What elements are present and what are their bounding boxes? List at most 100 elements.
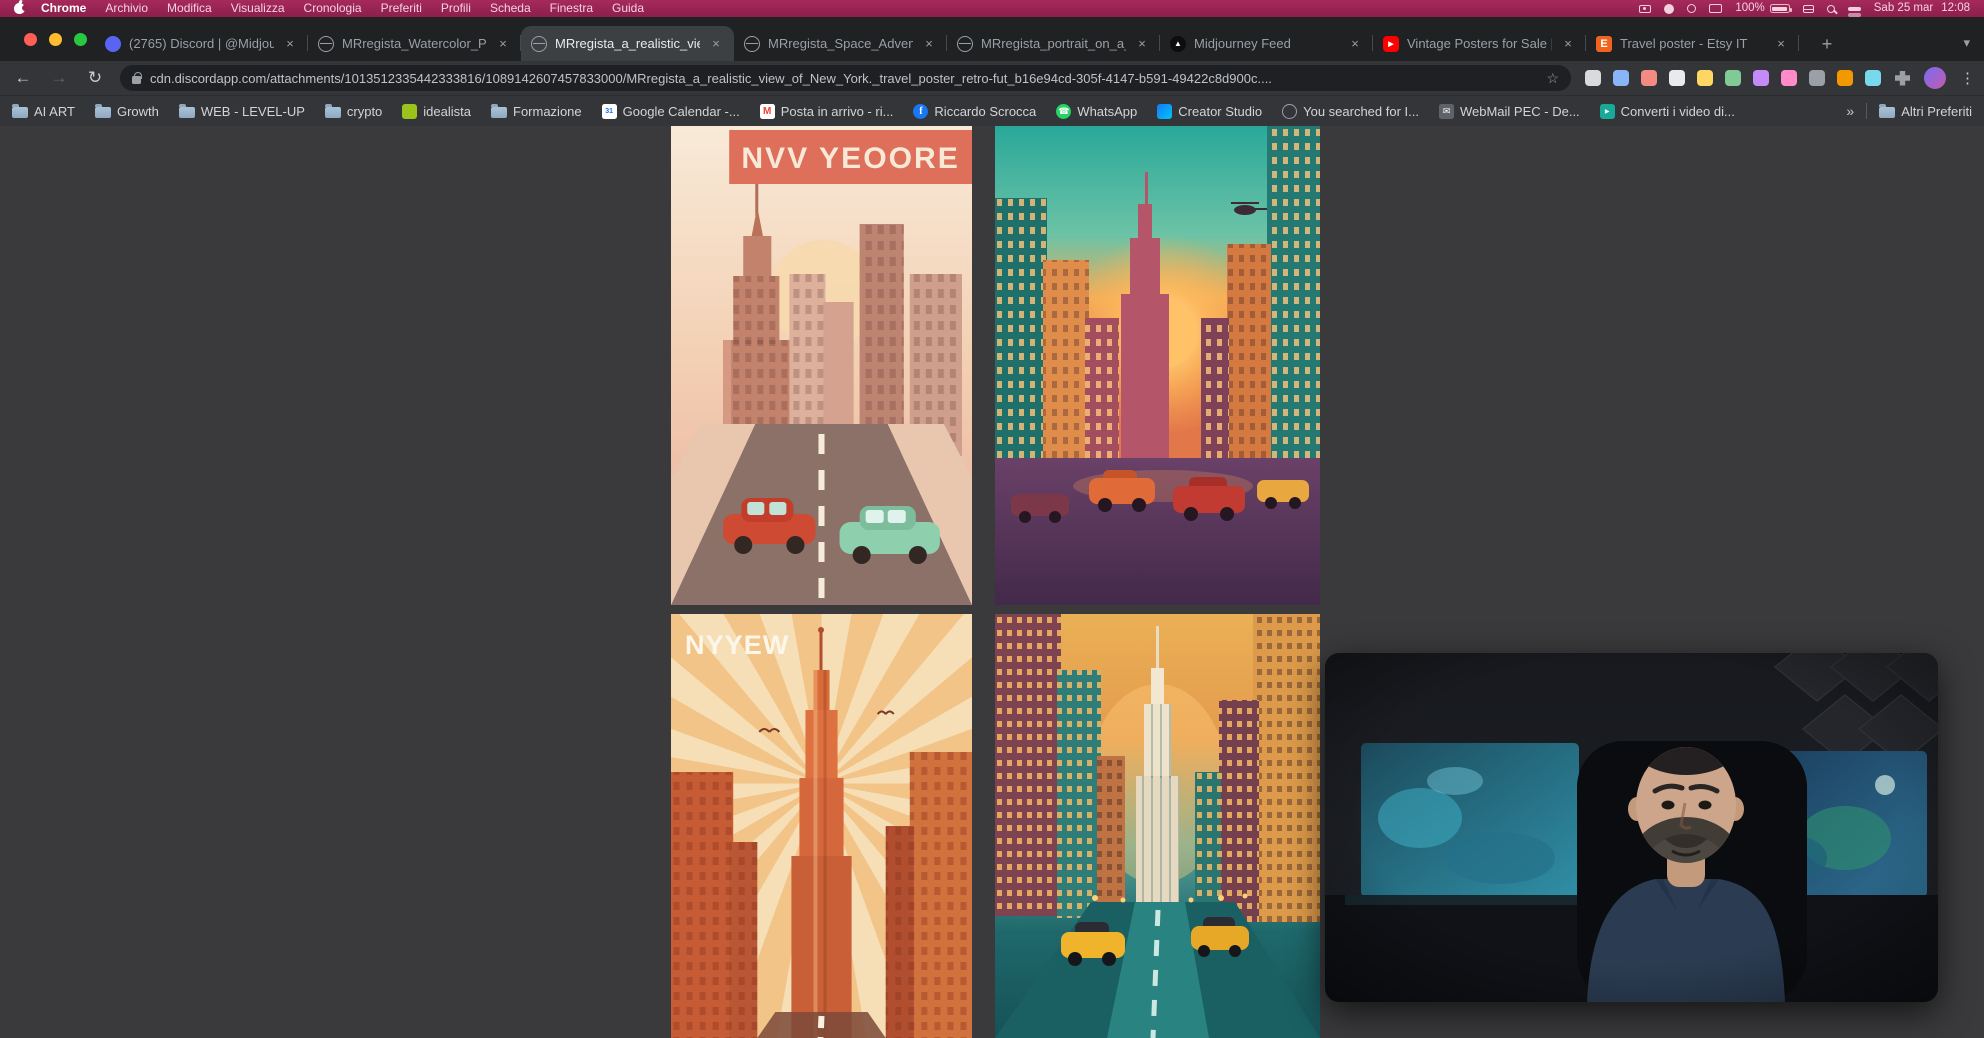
bookmark-label: You searched for I... bbox=[1303, 104, 1419, 119]
extension-icon[interactable] bbox=[1669, 70, 1685, 86]
tab-close-icon[interactable]: × bbox=[1560, 36, 1576, 52]
battery-status[interactable]: 100% bbox=[1735, 0, 1789, 17]
display-icon[interactable] bbox=[1709, 4, 1722, 13]
new-tab-button[interactable]: + bbox=[1814, 31, 1840, 57]
menu-item[interactable]: Preferiti bbox=[381, 0, 422, 17]
close-window-button[interactable] bbox=[24, 33, 37, 46]
bookmark-item[interactable]: idealista bbox=[402, 104, 471, 119]
browser-tab[interactable]: Midjourney Feed × bbox=[1160, 26, 1373, 61]
tab-search-chevron-icon[interactable]: ▾ bbox=[1963, 35, 1970, 51]
browser-tab[interactable]: Vintage Posters for Sale | × bbox=[1373, 26, 1586, 61]
bookmark-icon bbox=[1282, 104, 1297, 119]
bookmark-item[interactable]: WEB - LEVEL-UP bbox=[179, 104, 305, 119]
bookmark-label: AI ART bbox=[34, 104, 75, 119]
minimize-window-button[interactable] bbox=[49, 33, 62, 46]
address-bar[interactable]: cdn.discordapp.com/attachments/101351233… bbox=[120, 65, 1571, 91]
bookmark-item[interactable]: AI ART bbox=[12, 104, 75, 119]
menu-item[interactable]: Guida bbox=[612, 0, 644, 17]
record-icon[interactable] bbox=[1687, 4, 1696, 13]
webcam-overlay bbox=[1325, 653, 1938, 1002]
bookmark-label: Riccardo Scrocca bbox=[934, 104, 1036, 119]
bookmark-item[interactable]: WebMail PEC - De... bbox=[1439, 104, 1580, 119]
extensions-puzzle-icon[interactable] bbox=[1895, 71, 1910, 86]
apple-menu-icon[interactable] bbox=[14, 3, 25, 14]
forward-button[interactable]: → bbox=[48, 68, 70, 88]
extension-icon[interactable] bbox=[1865, 70, 1881, 86]
extension-icon[interactable] bbox=[1809, 70, 1825, 86]
extension-icon[interactable] bbox=[1753, 70, 1769, 86]
browser-menu-icon[interactable]: ⋮ bbox=[1960, 69, 1972, 87]
extension-icon[interactable] bbox=[1725, 70, 1741, 86]
bookmarks-overflow-chevron[interactable]: » bbox=[1846, 103, 1854, 119]
camera-icon[interactable] bbox=[1639, 5, 1651, 13]
extension-icon[interactable] bbox=[1641, 70, 1657, 86]
tab-title: MRregista_a_realistic_vie bbox=[555, 36, 700, 51]
bookmark-star-icon[interactable]: ☆ bbox=[1546, 70, 1559, 87]
bookmark-icon bbox=[179, 107, 195, 118]
menu-item[interactable]: Archivio bbox=[105, 0, 148, 17]
menu-item[interactable]: Finestra bbox=[550, 0, 593, 17]
browser-tab[interactable]: MRregista_Watercolor_Pa × bbox=[308, 26, 521, 61]
poster-bottom-right-illustration bbox=[995, 614, 1320, 1038]
bookmark-item[interactable]: Creator Studio bbox=[1157, 104, 1262, 119]
bookmark-item[interactable]: Converti i video di... bbox=[1600, 104, 1735, 119]
menu-item[interactable]: Scheda bbox=[490, 0, 531, 17]
obs-icon[interactable] bbox=[1664, 4, 1674, 14]
extension-icon[interactable] bbox=[1697, 70, 1713, 86]
reload-button[interactable]: ↻ bbox=[84, 68, 106, 88]
bookmark-item[interactable]: Growth bbox=[95, 104, 159, 119]
browser-tab[interactable]: MRregista_portrait_on_a_ × bbox=[947, 26, 1160, 61]
bookmark-item[interactable]: Formazione bbox=[491, 104, 582, 119]
menu-clock[interactable]: Sab 25 mar 12:08 bbox=[1874, 0, 1970, 17]
tab-favicon bbox=[318, 36, 334, 52]
tab-close-icon[interactable]: × bbox=[1134, 36, 1150, 52]
generated-image-grid[interactable]: NVV YEOORE bbox=[671, 126, 1320, 1038]
tab-close-icon[interactable]: × bbox=[921, 36, 937, 52]
bookmark-icon bbox=[1600, 104, 1615, 119]
bookmark-label: idealista bbox=[423, 104, 471, 119]
browser-tab[interactable]: MRregista_Space_Advent × bbox=[734, 26, 947, 61]
bookmark-list: AI ART Growth WEB - LEVEL-UP crypto bbox=[12, 104, 1735, 119]
profile-avatar[interactable] bbox=[1924, 67, 1946, 89]
menu-item[interactable]: Modifica bbox=[167, 0, 212, 17]
tab-close-icon[interactable]: × bbox=[495, 36, 511, 52]
bookmark-item[interactable]: Google Calendar -... bbox=[602, 104, 740, 119]
spotlight-icon[interactable] bbox=[1827, 5, 1835, 13]
lock-icon[interactable] bbox=[132, 76, 141, 84]
keyboard-icon[interactable] bbox=[1803, 5, 1814, 13]
tab-title: MRregista_Space_Advent bbox=[768, 36, 913, 51]
other-bookmarks[interactable]: Altri Preferiti bbox=[1879, 104, 1972, 119]
bookmark-label: WhatsApp bbox=[1077, 104, 1137, 119]
bookmark-item[interactable]: You searched for I... bbox=[1282, 104, 1419, 119]
window-controls bbox=[24, 33, 87, 46]
browser-tab[interactable]: MRregista_a_realistic_vie × bbox=[521, 26, 734, 61]
menu-app-name[interactable]: Chrome bbox=[41, 0, 86, 17]
tab-close-icon[interactable]: × bbox=[282, 36, 298, 52]
menu-item[interactable]: Visualizza bbox=[231, 0, 285, 17]
tab-title: Travel poster - Etsy IT bbox=[1620, 36, 1765, 51]
tab-close-icon[interactable]: × bbox=[1773, 36, 1789, 52]
browser-tab[interactable]: Travel poster - Etsy IT × bbox=[1586, 26, 1799, 61]
bookmark-item[interactable]: WhatsApp bbox=[1056, 104, 1137, 119]
extension-icon[interactable] bbox=[1781, 70, 1797, 86]
poster-bottom-left-illustration: NYYEW bbox=[671, 614, 972, 1038]
bookmark-item[interactable]: Posta in arrivo - ri... bbox=[760, 104, 894, 119]
menu-item[interactable]: Profili bbox=[441, 0, 471, 17]
bookmark-item[interactable]: crypto bbox=[325, 104, 382, 119]
bookmark-icon bbox=[1157, 104, 1172, 119]
poster-title-text: NYYEW bbox=[685, 630, 789, 660]
bookmark-item[interactable]: Riccardo Scrocca bbox=[913, 104, 1036, 119]
bookmark-icon bbox=[95, 107, 111, 118]
control-center-icon[interactable] bbox=[1848, 7, 1861, 11]
tab-list: (2765) Discord | @Midjou × MRregista_Wat… bbox=[95, 26, 1799, 61]
extension-icon[interactable] bbox=[1585, 70, 1601, 86]
back-button[interactable]: ← bbox=[12, 68, 34, 88]
tab-close-icon[interactable]: × bbox=[708, 36, 724, 52]
browser-tab[interactable]: (2765) Discord | @Midjou × bbox=[95, 26, 308, 61]
menu-item[interactable]: Cronologia bbox=[304, 0, 362, 17]
extension-icon[interactable] bbox=[1837, 70, 1853, 86]
extension-icon[interactable] bbox=[1613, 70, 1629, 86]
menu-items: Archivio Modifica Visualizza Cronologia … bbox=[105, 0, 644, 17]
zoom-window-button[interactable] bbox=[74, 33, 87, 46]
tab-close-icon[interactable]: × bbox=[1347, 36, 1363, 52]
